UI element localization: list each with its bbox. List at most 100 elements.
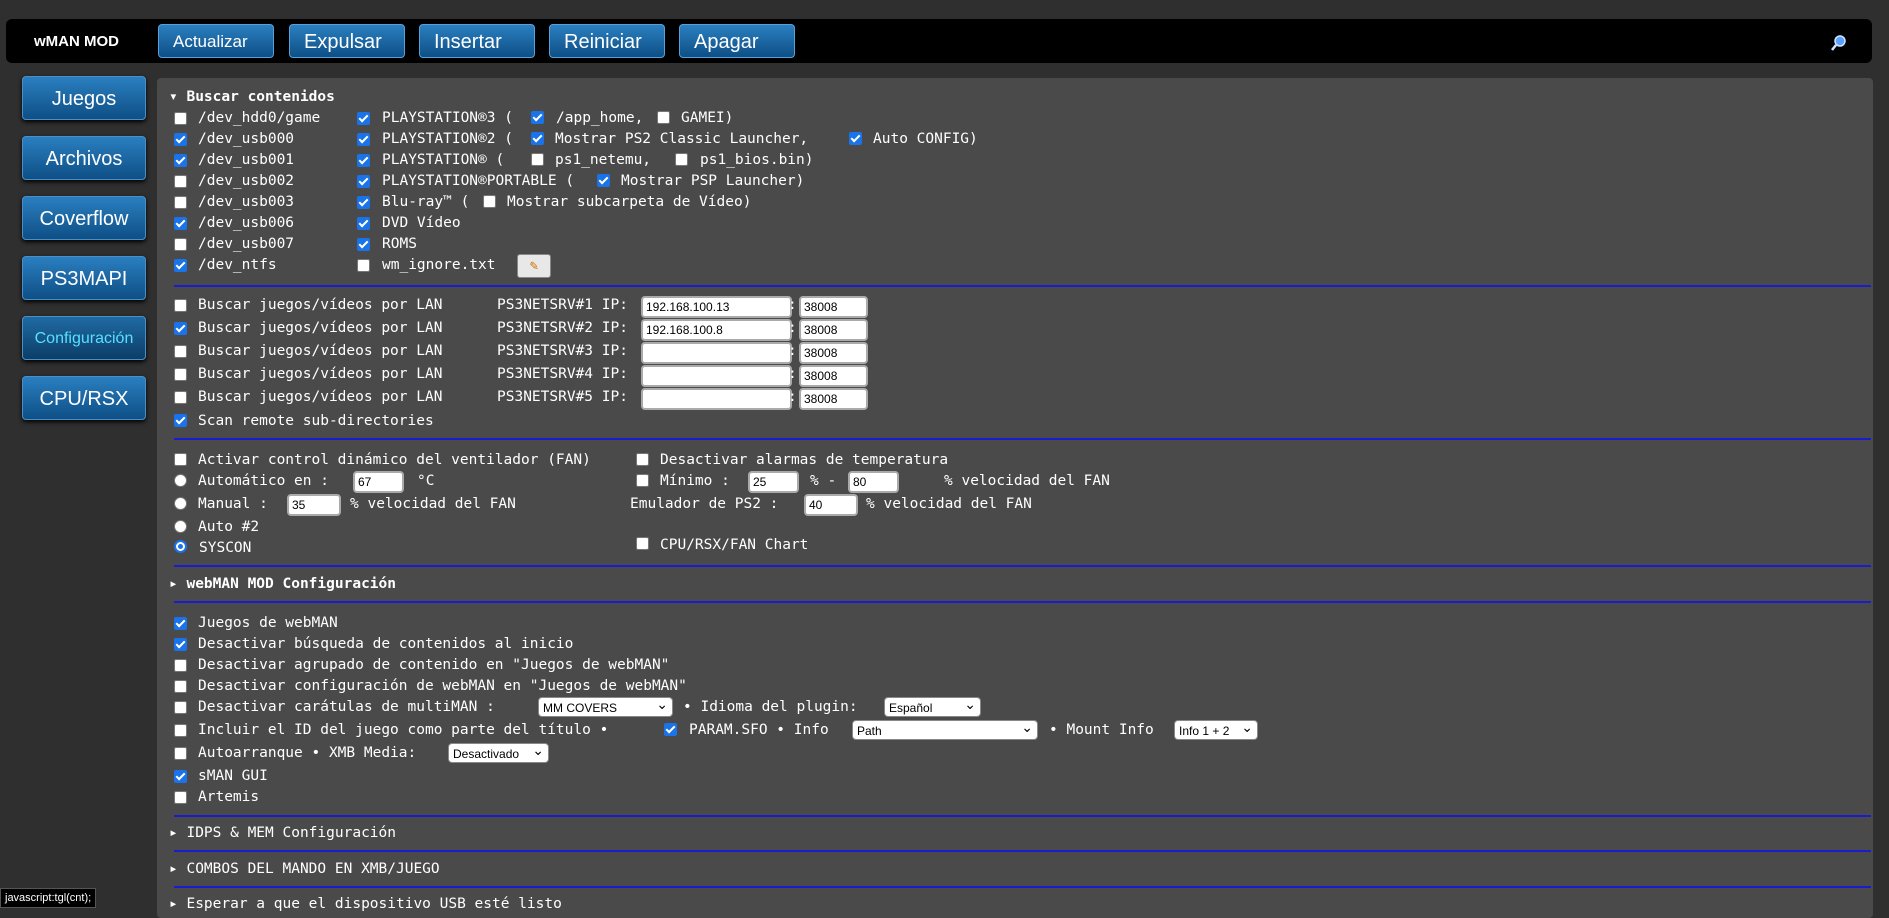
section-title-buscar: Buscar contenidos [186, 89, 335, 105]
device-checkbox[interactable] [174, 112, 187, 125]
no-covers-checkbox[interactable] [174, 701, 187, 714]
fan-min-label: Mínimo : [660, 473, 730, 489]
device-checkbox[interactable] [174, 133, 187, 146]
netsrv-port-input[interactable]: 38008 [799, 365, 868, 387]
psp-label: PLAYSTATION®PORTABLE ( [382, 173, 575, 189]
device-checkbox[interactable] [174, 217, 187, 230]
sidebar-item-ps3mapi[interactable]: PS3MAPI [22, 256, 146, 300]
ps1-checkbox[interactable] [357, 154, 370, 167]
sidebar-item-cpu-rsx[interactable]: CPU/RSX [22, 376, 146, 420]
section-toggle-usb[interactable]: ▸ Esperar a que el dispositivo USB esté … [169, 895, 562, 913]
lan-checkbox[interactable] [174, 345, 187, 358]
sidebar-item-juegos[interactable]: Juegos [22, 76, 146, 120]
netsrv-port-input[interactable]: 38008 [799, 296, 868, 318]
ps1-bios-checkbox[interactable] [675, 153, 688, 166]
app-home-checkbox[interactable] [531, 111, 544, 124]
section-toggle-webman[interactable]: ▸ webMAN MOD Configuración [169, 575, 396, 593]
netsrv-ip-input[interactable]: 192.168.100.8 [641, 319, 792, 341]
apagar-button[interactable]: Apagar [679, 24, 795, 58]
divider [174, 815, 1871, 817]
fan-dynamic-checkbox[interactable] [174, 453, 187, 466]
search-icon[interactable] [1831, 34, 1847, 52]
lang-label: • Idioma del plugin: [683, 699, 858, 715]
netsrv-ip-input[interactable] [641, 342, 792, 364]
auto-config-checkbox[interactable] [849, 132, 862, 145]
insertar-button[interactable]: Insertar [419, 24, 535, 58]
autostart-checkbox[interactable] [174, 747, 187, 760]
fan-min-input[interactable]: 25 [748, 471, 799, 493]
fan-auto-temp-input[interactable]: 67 [353, 471, 404, 493]
fan-max-input[interactable]: 80 [848, 471, 899, 493]
language-select[interactable]: Español [884, 697, 981, 717]
device-checkbox[interactable] [174, 175, 187, 188]
sidebar-item-coverflow[interactable]: Coverflow [22, 196, 146, 240]
sidebar-item-configuracion[interactable]: Configuración [22, 316, 146, 360]
netsrv-ip-input[interactable]: 192.168.100.13 [641, 296, 792, 318]
fan-manual-input[interactable]: 35 [287, 494, 341, 516]
ps2emu-label: Emulador de PS2 : [630, 496, 779, 512]
wm-ignore-checkbox[interactable] [357, 259, 370, 272]
fan-syscon-radio[interactable] [174, 540, 187, 553]
no-group-checkbox[interactable] [174, 659, 187, 672]
sidebar-item-archivos[interactable]: Archivos [22, 136, 146, 180]
lan-checkbox[interactable] [174, 391, 187, 404]
netsrv-port-input[interactable]: 38008 [799, 342, 868, 364]
netsrv-port-input[interactable]: 38008 [799, 319, 868, 341]
ps1-netemu-checkbox[interactable] [531, 153, 544, 166]
no-group-label: Desactivar agrupado de contenido en "Jue… [198, 657, 670, 673]
juegos-webman-checkbox[interactable] [174, 617, 187, 630]
netsrv-ip-input[interactable] [641, 388, 792, 410]
psp-launcher-checkbox[interactable] [597, 174, 610, 187]
netsrv-ip-input[interactable] [641, 365, 792, 387]
divider [174, 601, 1871, 603]
fan-dynamic-label: Activar control dinámico del ventilador … [198, 452, 591, 468]
reiniciar-button[interactable]: Reiniciar [549, 24, 665, 58]
ps2-checkbox[interactable] [357, 133, 370, 146]
bluray-checkbox[interactable] [357, 196, 370, 209]
mount-info-select[interactable]: Info 1 + 2 [1174, 720, 1258, 740]
covers-select[interactable]: MM COVERS [538, 697, 673, 717]
info-select[interactable]: Path [852, 720, 1038, 740]
ps2-launcher-checkbox[interactable] [531, 132, 544, 145]
param-sfo-checkbox[interactable] [664, 723, 677, 736]
ps3-checkbox[interactable] [357, 112, 370, 125]
lan-checkbox[interactable] [174, 322, 187, 335]
lan-checkbox[interactable] [174, 299, 187, 312]
lan-checkbox[interactable] [174, 368, 187, 381]
section-toggle-combos[interactable]: ▸ COMBOS DEL MANDO EN XMB/JUEGO [169, 860, 440, 878]
brand-logo[interactable]: wMAN MOD [34, 33, 119, 50]
artemis-checkbox[interactable] [174, 791, 187, 804]
dvd-checkbox[interactable] [357, 217, 370, 230]
fan-manual-radio[interactable] [174, 497, 187, 510]
device-checkbox[interactable] [174, 196, 187, 209]
chart-checkbox[interactable] [636, 537, 649, 550]
roms-checkbox[interactable] [357, 238, 370, 251]
gamei-checkbox[interactable] [657, 111, 670, 124]
psp-checkbox[interactable] [357, 175, 370, 188]
sman-gui-checkbox[interactable] [174, 770, 187, 783]
fan-auto2-radio[interactable] [174, 520, 187, 533]
scan-remote-checkbox[interactable] [174, 414, 187, 427]
device-label: /dev_ntfs [198, 257, 277, 273]
xmb-media-select[interactable]: Desactivado [448, 743, 549, 763]
disable-alarms-checkbox[interactable] [636, 453, 649, 466]
no-search-checkbox[interactable] [174, 638, 187, 651]
actualizar-button[interactable]: Actualizar [158, 24, 274, 58]
netsrv-port-input[interactable]: 38008 [799, 388, 868, 410]
ps2emu-input[interactable]: 40 [804, 494, 858, 516]
incl-id-checkbox[interactable] [174, 724, 187, 737]
fan-min-checkbox[interactable] [636, 474, 649, 487]
device-checkbox[interactable] [174, 154, 187, 167]
device-checkbox[interactable] [174, 259, 187, 272]
video-sub-checkbox[interactable] [483, 195, 496, 208]
edit-icon[interactable]: ✎ [517, 254, 551, 278]
device-checkbox[interactable] [174, 238, 187, 251]
expulsar-button[interactable]: Expulsar [289, 24, 405, 58]
fan-auto-radio[interactable] [174, 474, 187, 487]
scan-remote-label: Scan remote sub-directories [198, 413, 434, 429]
colon: : [788, 389, 797, 405]
section-toggle-idps[interactable]: ▸ IDPS & MEM Configuración [169, 824, 396, 842]
lan-label: Buscar juegos/vídeos por LAN [198, 389, 443, 405]
section-toggle-buscar[interactable]: ▾ Buscar contenidos [169, 88, 335, 106]
no-config-checkbox[interactable] [174, 680, 187, 693]
